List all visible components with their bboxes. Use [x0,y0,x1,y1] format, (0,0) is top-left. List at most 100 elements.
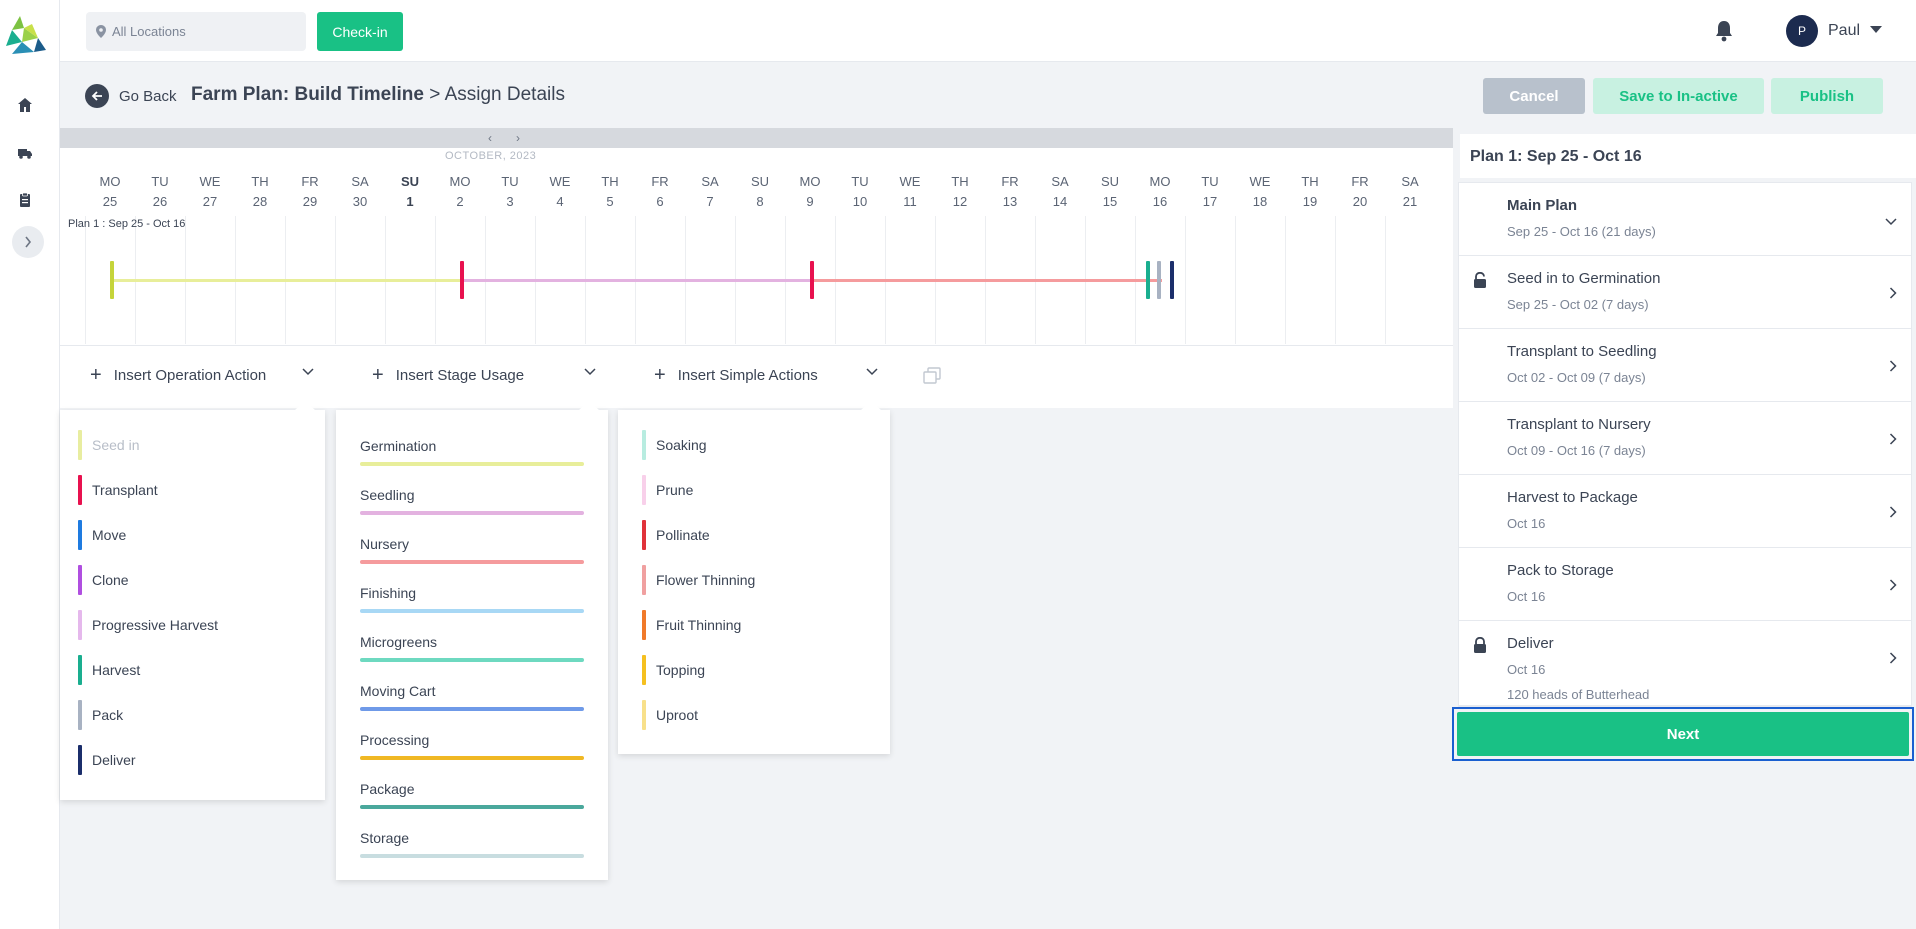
scroll-left-icon[interactable]: ‹ [488,131,492,145]
cancel-button[interactable]: Cancel [1483,78,1585,114]
color-indicator [78,565,82,595]
operation-action-item[interactable]: Seed in [78,430,139,460]
color-indicator [360,462,584,466]
operation-action-label: Move [92,527,127,543]
publish-button[interactable]: Publish [1771,78,1883,114]
stage-usage-item[interactable]: Package [360,781,584,809]
color-indicator [78,655,82,685]
day-of-week: TH [251,174,269,189]
day-of-week: SU [1100,174,1120,189]
expand-sidebar-button[interactable] [12,226,44,258]
stage-usage-label: Package [360,781,415,797]
stage-usage-item[interactable]: Nursery [360,536,584,564]
truck-icon[interactable] [17,145,33,161]
home-icon[interactable] [17,97,33,113]
operation-action-item[interactable]: Progressive Harvest [78,610,218,640]
day-of-week: TH [601,174,619,189]
stage-usage-item[interactable]: Finishing [360,585,584,613]
operation-action-label: Clone [92,572,129,588]
save-inactive-button[interactable]: Save to In-active [1593,78,1764,114]
simple-action-item[interactable]: Pollinate [642,520,710,550]
scroll-right-icon[interactable]: › [516,131,520,145]
nursery-segment[interactable] [812,279,1162,282]
stage-usage-item[interactable]: Germination [360,438,584,466]
plan-step-item[interactable]: Deliver Oct 16 120 heads of Butterhead [1459,621,1911,706]
day-of-week: TH [1301,174,1319,189]
stage-usage-label: Moving Cart [360,683,436,699]
user-menu-caret-icon[interactable] [1870,26,1882,33]
user-avatar[interactable]: P [1786,15,1818,47]
day-column-header: TH 12 [935,172,985,212]
grid-line [1185,216,1186,344]
day-number: 10 [852,194,868,209]
insert-stage-usage-dropdown[interactable]: + Insert Stage Usage [358,356,608,394]
main-plan-item[interactable]: Main Plan Sep 25 - Oct 16 (21 days) [1459,183,1911,256]
operation-action-item[interactable]: Move [78,520,126,550]
transplant-marker[interactable] [460,261,464,299]
stage-usage-label: Storage [360,830,410,846]
stage-usage-item[interactable]: Microgreens [360,634,584,662]
next-button-focus: Next [1452,707,1914,761]
plan-step-item[interactable]: Transplant to Nursery Oct 09 - Oct 16 (7 … [1459,402,1911,475]
operation-action-item[interactable]: Clone [78,565,129,595]
simple-action-item[interactable]: Prune [642,475,693,505]
day-column-header: SA 14 [1035,172,1085,212]
chevron-right-icon [25,236,32,248]
lock-icon[interactable] [1473,636,1487,658]
plan-step-title: Deliver [1507,635,1554,652]
insert-simple-actions-dropdown[interactable]: + Insert Simple Actions [640,356,890,394]
simple-action-item[interactable]: Fruit Thinning [642,610,741,640]
simple-action-item[interactable]: Topping [642,655,705,685]
seedling-segment[interactable] [462,279,812,282]
plus-icon: + [654,363,666,386]
germination-segment[interactable] [112,279,462,282]
stage-usage-item[interactable]: Processing [360,732,584,760]
day-number: 19 [1302,194,1318,209]
day-number: 9 [806,194,814,209]
insert-operation-action-dropdown[interactable]: + Insert Operation Action [76,356,326,394]
operation-action-item[interactable]: Harvest [78,655,140,685]
plan-step-item[interactable]: Seed in to Germination Sep 25 - Oct 02 (7… [1459,256,1911,329]
plan-step-item[interactable]: Transplant to Seedling Oct 02 - Oct 09 (7… [1459,329,1911,402]
pack-marker[interactable] [1157,261,1161,299]
notification-bell-icon[interactable] [1714,20,1734,42]
day-of-week: MO [799,174,821,189]
day-of-week: SA [351,174,369,189]
day-number: 18 [1252,194,1268,209]
unlock-icon[interactable] [1473,271,1487,293]
chevron-right-icon [1889,286,1897,304]
color-indicator [78,475,82,505]
action-bar: + Insert Operation Action + Insert Stage… [60,345,1453,407]
grid-line [1285,216,1286,344]
location-select[interactable]: All Locations [86,12,306,51]
user-name[interactable]: Paul [1828,22,1860,40]
go-back-button[interactable]: Go Back [85,84,177,108]
grid-line [1385,216,1386,344]
harvest-marker[interactable] [1146,261,1150,299]
simple-action-item[interactable]: Uproot [642,700,698,730]
operation-action-item[interactable]: Transplant [78,475,158,505]
operation-action-item[interactable]: Deliver [78,745,136,775]
day-of-week: TU [501,174,519,189]
color-indicator [642,565,646,595]
clipboard-icon[interactable] [17,192,33,208]
simple-action-item[interactable]: Flower Thinning [642,565,755,595]
deliver-marker[interactable] [1170,261,1174,299]
transplant-marker[interactable] [810,261,814,299]
stage-usage-item[interactable]: Moving Cart [360,683,584,711]
grid-line [1235,216,1236,344]
operation-action-item[interactable]: Pack [78,700,123,730]
stage-usage-item[interactable]: Seedling [360,487,584,515]
plan-step-item[interactable]: Pack to Storage Oct 16 [1459,548,1911,621]
day-of-week: TU [151,174,169,189]
simple-action-item[interactable]: Soaking [642,430,707,460]
copy-icon[interactable] [922,366,942,386]
plan-step-item[interactable]: Harvest to Package Oct 16 [1459,475,1911,548]
seed-in-marker[interactable] [110,261,114,299]
check-in-button[interactable]: Check-in [317,12,403,51]
day-column-header: TH 5 [585,172,635,212]
timeline-scrollbar[interactable]: ‹ › [60,128,1453,148]
stage-usage-item[interactable]: Storage [360,830,584,858]
day-number: 16 [1152,194,1168,209]
next-button[interactable]: Next [1457,712,1909,756]
